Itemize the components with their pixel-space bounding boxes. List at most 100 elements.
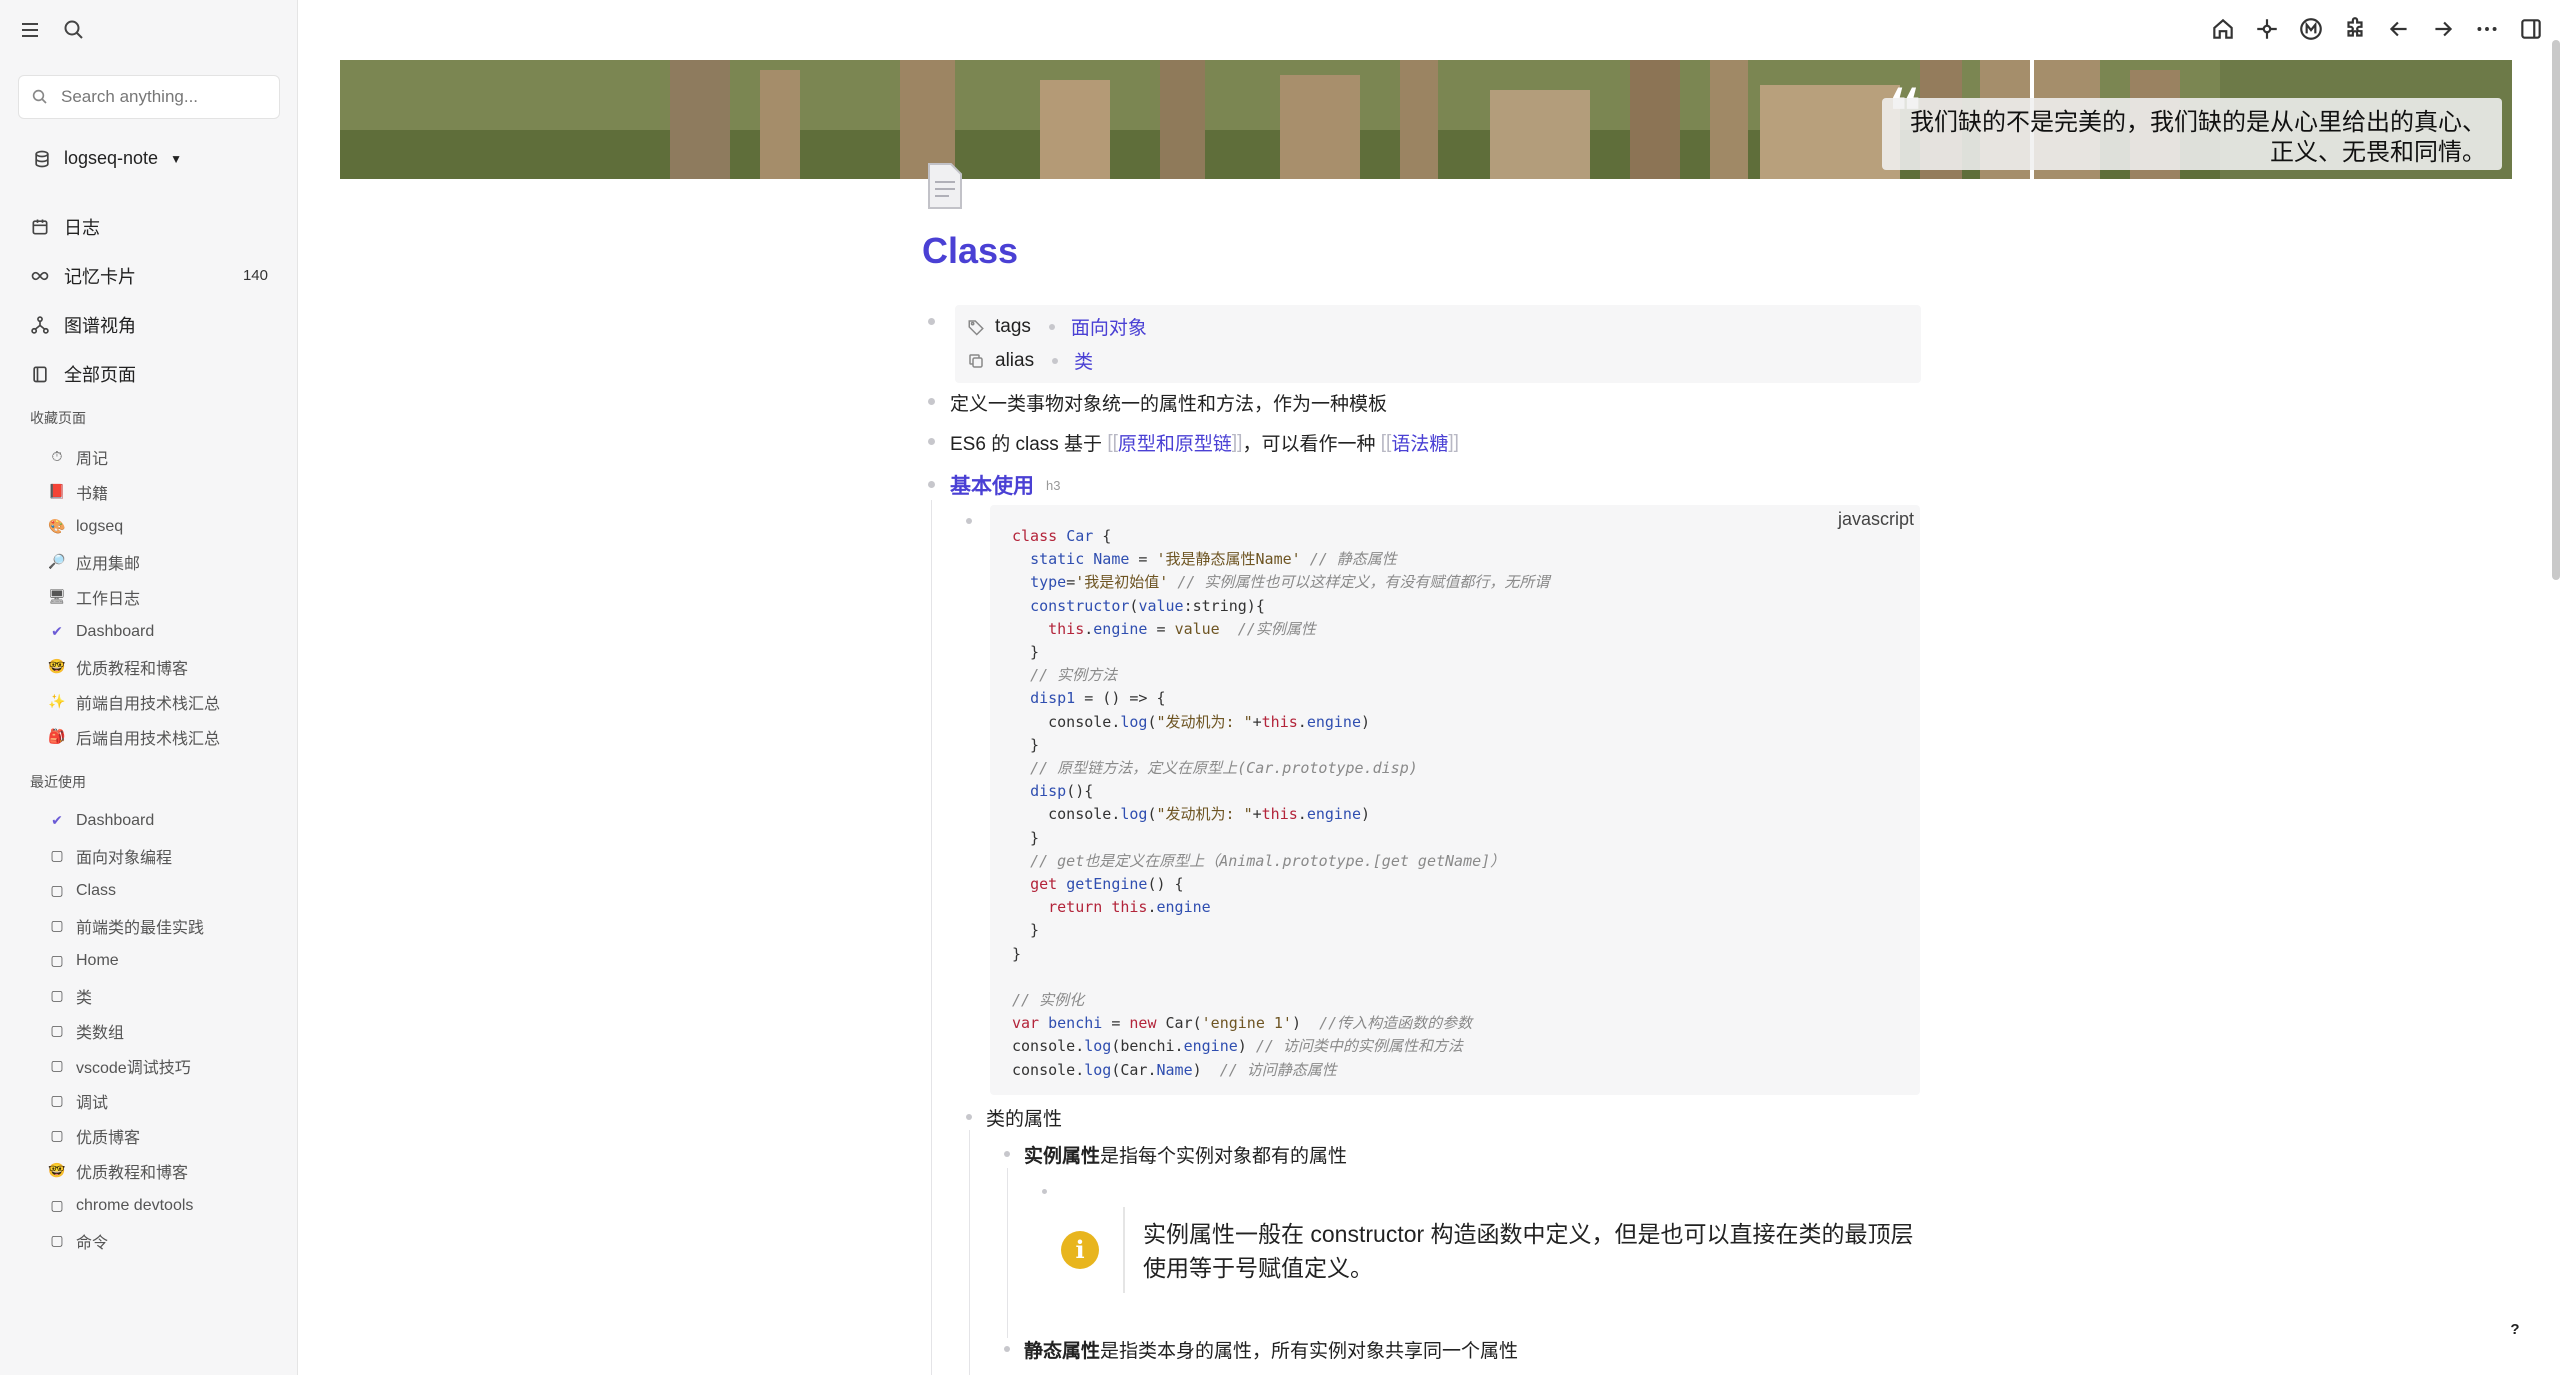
- block-text[interactable]: 实例属性 是指每个实例对象都有的属性: [1024, 1141, 1347, 1168]
- block-bullet[interactable]: [928, 318, 935, 325]
- recent-label: 面向对象编程: [76, 849, 173, 867]
- search-icon[interactable]: [62, 18, 86, 42]
- block-bullet[interactable]: [928, 438, 935, 445]
- block-text[interactable]: 定义一类事物对象统一的属性和方法，作为一种模板: [950, 389, 1387, 416]
- arrow-right-icon[interactable]: [2430, 16, 2456, 42]
- favorite-label: 优质教程和博客: [76, 660, 189, 678]
- markdown-icon[interactable]: [2298, 16, 2324, 42]
- block-text[interactable]: ES6 的 class 基于 [[原型和原型链]] ，可以看作一种 [[语法糖]…: [950, 429, 1459, 456]
- block-bullet[interactable]: [1004, 1346, 1010, 1352]
- recent-item[interactable]: 🤓 优质教程和博客: [48, 1153, 278, 1188]
- recent-item[interactable]: ▢ chrome devtools: [48, 1188, 278, 1223]
- right-sidebar-toggle-icon[interactable]: [2518, 16, 2544, 42]
- more-icon[interactable]: [2474, 16, 2500, 42]
- home-icon[interactable]: [2210, 16, 2236, 42]
- block-bullet[interactable]: [966, 1114, 972, 1120]
- block-bullet[interactable]: [928, 398, 935, 405]
- recent-label: Class: [76, 881, 117, 899]
- favorite-item[interactable]: ✔ Dashboard: [48, 614, 278, 649]
- check-icon: ✔: [51, 812, 63, 828]
- graph-icon: [30, 315, 50, 335]
- recent-item[interactable]: ▢ 类数组: [48, 1013, 278, 1048]
- search-box[interactable]: [18, 75, 280, 119]
- favorite-label: 书籍: [76, 485, 109, 503]
- help-button[interactable]: ?: [2500, 1315, 2530, 1345]
- check-icon: ✔: [51, 623, 63, 639]
- scrollbar[interactable]: [2552, 40, 2560, 580]
- property-alias: alias 类: [967, 347, 1093, 374]
- heading-block[interactable]: 基本使用 h3: [950, 470, 1060, 500]
- page-title[interactable]: Class: [922, 230, 1018, 272]
- graph-name: logseq-note: [64, 148, 159, 168]
- recent-item[interactable]: ▢ 命令: [48, 1223, 278, 1258]
- children-guide-line: [1007, 1168, 1008, 1338]
- page-ref-link[interactable]: 语法糖: [1391, 429, 1448, 456]
- recent-item[interactable]: ▢ 前端类的最佳实践: [48, 908, 278, 943]
- code-block[interactable]: javascript class Car { static Name = '我是…: [990, 505, 1920, 1095]
- page-icon: ▢: [50, 1127, 64, 1143]
- favorite-item[interactable]: 🎨 logseq: [48, 509, 278, 544]
- property-tags: tags 面向对象: [967, 313, 1147, 340]
- favorite-item[interactable]: ⏱ 周记: [48, 439, 278, 474]
- graph-selector[interactable]: logseq-note ▼: [32, 148, 182, 169]
- arrow-left-icon[interactable]: [2386, 16, 2412, 42]
- favorite-item[interactable]: 🔎 应用集邮: [48, 544, 278, 579]
- menu-icon[interactable]: [18, 18, 42, 42]
- recent-item[interactable]: ▢ Class: [48, 873, 278, 908]
- recent-label: 优质博客: [76, 1129, 141, 1147]
- recent-item[interactable]: ▢ 调试: [48, 1083, 278, 1118]
- recent-item[interactable]: ✔ Dashboard: [48, 803, 278, 838]
- pages-icon: [30, 364, 50, 384]
- block-bullet[interactable]: [1004, 1151, 1010, 1157]
- copy-icon: [967, 352, 985, 370]
- block-bullet[interactable]: [966, 518, 972, 524]
- favorite-item[interactable]: ✨ 前端自用技术栈汇总: [48, 684, 278, 719]
- block-text[interactable]: 静态属性 是指类本身的属性，所有实例对象共享同一个属性: [1024, 1336, 1518, 1363]
- search-input[interactable]: [59, 86, 263, 108]
- sidebar-item-graph-view[interactable]: 图谱视角: [30, 300, 270, 349]
- sidebar-item-label: 全部页面: [64, 364, 136, 385]
- recent-label: Dashboard: [76, 811, 155, 829]
- favorites-title[interactable]: 收藏页面: [30, 408, 86, 428]
- recent-item[interactable]: ▢ vscode调试技巧: [48, 1048, 278, 1083]
- infinity-icon: [30, 266, 50, 286]
- sidebar-item-flashcards[interactable]: 记忆卡片 140: [30, 251, 270, 300]
- flashcard-count-badge: 140: [242, 267, 268, 284]
- favorite-label: 应用集邮: [76, 555, 141, 573]
- recent-title[interactable]: 最近使用: [30, 772, 86, 792]
- code-content[interactable]: class Car { static Name = '我是静态属性Name' /…: [1012, 525, 1549, 1082]
- page-ref-link[interactable]: 原型和原型链: [1118, 429, 1232, 456]
- plugin-icon[interactable]: [2342, 16, 2368, 42]
- sidebar-item-journals[interactable]: 日志: [30, 202, 270, 251]
- recent-item[interactable]: ▢ 面向对象编程: [48, 838, 278, 873]
- block-text[interactable]: 类的属性: [986, 1104, 1062, 1131]
- favorite-label: 前端自用技术栈汇总: [76, 695, 221, 713]
- sidebar-item-all-pages[interactable]: 全部页面: [30, 349, 270, 398]
- recent-label: 类数组: [76, 1024, 125, 1042]
- favorite-label: 后端自用技术栈汇总: [76, 730, 221, 748]
- property-value-link[interactable]: 类: [1074, 347, 1093, 374]
- page-properties[interactable]: tags 面向对象 alias 类: [955, 305, 1921, 383]
- quote-line-1: 我们缺的不是完美的，我们缺的是从心里给出的真心、: [1910, 109, 2486, 136]
- block-bullet[interactable]: [1042, 1189, 1047, 1194]
- recent-item[interactable]: ▢ 优质博客: [48, 1118, 278, 1153]
- favorite-item[interactable]: 🖥 工作日志: [48, 579, 278, 614]
- page-icon: ▢: [50, 917, 64, 933]
- recent-item[interactable]: ▢ Home: [48, 943, 278, 978]
- favorite-item[interactable]: 📕 书籍: [48, 474, 278, 509]
- code-language-label[interactable]: javascript: [1838, 509, 1914, 530]
- property-value-link[interactable]: 面向对象: [1071, 313, 1147, 340]
- flashcard-icon[interactable]: [2254, 16, 2280, 42]
- favorite-item[interactable]: 🎒 后端自用技术栈汇总: [48, 719, 278, 754]
- backpack-icon: 🎒: [48, 728, 66, 744]
- recent-label: vscode调试技巧: [76, 1059, 191, 1077]
- recent-item[interactable]: ▢ 类: [48, 978, 278, 1013]
- search-field-icon: [31, 88, 49, 106]
- heading-level-tag: h3: [1046, 477, 1061, 493]
- block-bullet[interactable]: [928, 481, 935, 488]
- favorite-item[interactable]: 🤓 优质教程和博客: [48, 649, 278, 684]
- tip-callout[interactable]: i 实例属性一般在 constructor 构造函数中定义，但是也可以直接在类的…: [1045, 1195, 1925, 1305]
- info-icon: i: [1061, 1231, 1099, 1269]
- ref-bracket-close: ]]: [1448, 431, 1459, 453]
- page-icon: ▢: [50, 847, 64, 863]
